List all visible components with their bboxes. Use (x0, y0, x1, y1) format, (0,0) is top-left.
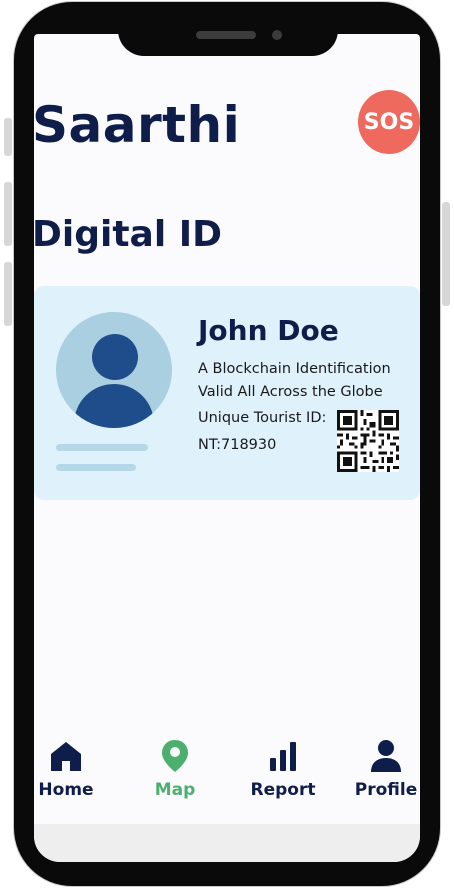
person-icon (371, 740, 401, 772)
tourist-id-label: Unique Tourist ID: (198, 410, 327, 426)
power-button (442, 202, 450, 306)
qr-code-icon[interactable] (336, 410, 400, 472)
tab-home[interactable]: Home (18, 724, 114, 824)
notch (118, 2, 338, 56)
app-title: Saarthi (32, 96, 241, 154)
tab-report-label: Report (250, 780, 316, 800)
front-camera (272, 30, 282, 40)
volume-down-button (4, 262, 12, 326)
avatar-head (92, 334, 138, 380)
bottom-tab-bar: Home Map Report Profile (34, 724, 420, 824)
side-button (4, 118, 12, 156)
holder-name: John Doe (198, 314, 339, 347)
section-title: Digital ID (32, 214, 222, 255)
tab-map-label: Map (154, 780, 196, 800)
avatar-shoulders (74, 384, 154, 428)
tab-map[interactable]: Map (127, 724, 223, 824)
tab-home-label: Home (38, 780, 94, 800)
sos-button[interactable]: SOS (358, 90, 420, 154)
tab-report[interactable]: Report (235, 724, 331, 824)
placeholder-line (56, 444, 148, 451)
volume-up-button (4, 182, 12, 246)
avatar (56, 312, 172, 428)
card-description: A Blockchain Identification Valid All Ac… (198, 361, 391, 400)
speaker (196, 31, 256, 39)
placeholder-line (56, 464, 136, 471)
bar-chart-icon (270, 742, 296, 771)
map-pin-icon (162, 740, 188, 772)
tourist-id-value: NT:718930 (198, 437, 277, 453)
home-icon (51, 742, 81, 771)
tab-profile[interactable]: Profile (338, 724, 434, 824)
home-indicator-area (34, 824, 420, 862)
tab-profile-label: Profile (354, 780, 418, 800)
